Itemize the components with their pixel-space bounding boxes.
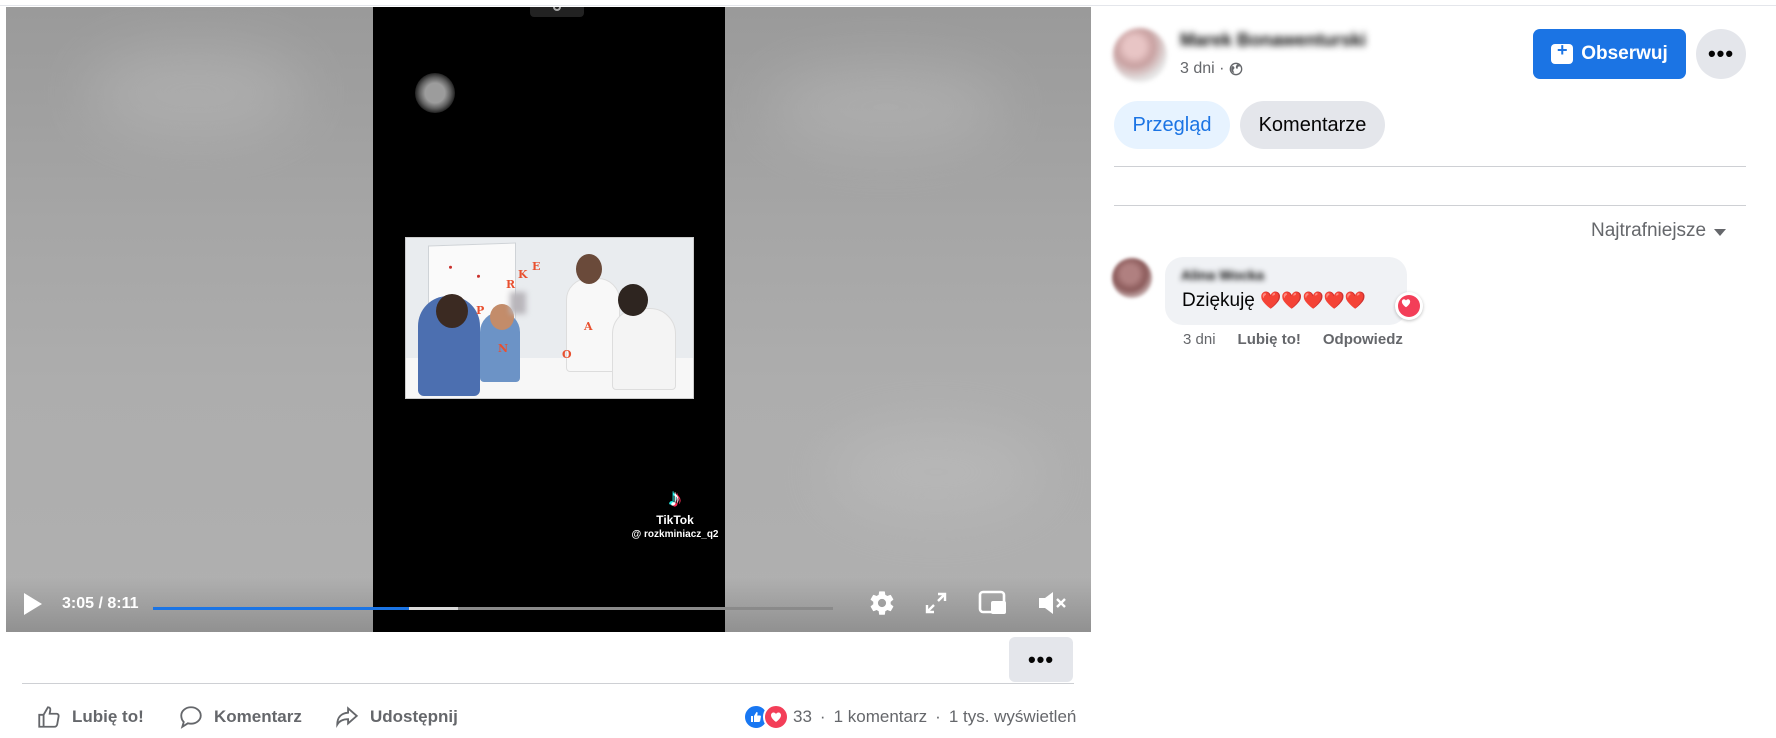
person-head <box>618 284 648 316</box>
share-label: Udostępnij <box>370 707 458 726</box>
blurred-face <box>510 292 526 314</box>
overlay-letter: R <box>506 278 516 291</box>
author-avatar[interactable] <box>1113 28 1167 82</box>
seek-progress <box>153 607 409 610</box>
comment-time[interactable]: 3 dni <box>1183 331 1216 348</box>
overlay-letter: E <box>532 260 541 273</box>
overlay-letter: P <box>476 304 485 317</box>
separator: · <box>819 707 826 726</box>
comment-text: Dziękuję ❤️❤️❤️❤️❤️ <box>1182 290 1366 312</box>
post-meta: 3 dni · <box>1180 60 1243 78</box>
tiktok-brand: TikTok <box>656 513 694 527</box>
tiktok-watermark: ♪ TikTok @ rozkminiacz_q2 <box>629 485 721 541</box>
tab-comments[interactable]: Komentarze <box>1240 101 1385 149</box>
view-count: 1 tys. wyświetleń <box>948 707 1077 726</box>
divider <box>22 683 1074 684</box>
like-button[interactable]: Lubię to! <box>36 700 144 734</box>
author-name[interactable]: Marek Bonawenturski <box>1180 30 1366 51</box>
tiktok-logo-icon: ♪ <box>669 485 681 512</box>
divider <box>1114 205 1746 206</box>
video-more-button[interactable]: ••• <box>1009 637 1073 682</box>
fullscreen-icon[interactable] <box>924 591 948 615</box>
add-follow-icon <box>1551 40 1574 64</box>
overlay-letter: A <box>584 320 593 333</box>
person-head <box>576 254 602 284</box>
pip-icon[interactable] <box>978 589 1008 617</box>
follow-button[interactable]: Obserwuj <box>1533 29 1686 79</box>
tiktok-handle: @ rozkminiacz_q2 <box>631 529 719 540</box>
comment-sort-dropdown[interactable]: Najtrafniejsze <box>1591 220 1727 242</box>
recording-dot <box>415 73 455 113</box>
video-controls: 3:05 / 8:11 <box>6 577 1091 632</box>
video-time: 3:05 / 8:11 <box>62 595 139 612</box>
video-frame: R K E P N A O ♪ TikTok @ rozkminiacz_q2 <box>373 7 725 632</box>
comment-icon <box>180 706 202 729</box>
share-button[interactable]: Udostępnij <box>334 700 458 734</box>
background-blur <box>766 67 1006 147</box>
commenter-name[interactable]: Alina Wocka <box>1181 267 1264 283</box>
post-stats: 33 · 1 komentarz · 1 tys. wyświetleń <box>743 704 1076 730</box>
play-icon[interactable] <box>24 593 42 615</box>
comment-count[interactable]: 1 komentarz <box>834 707 928 727</box>
follow-label: Obserwuj <box>1581 43 1668 64</box>
comment-love-reaction-icon[interactable] <box>1395 292 1423 320</box>
comment-bubble: Alina Wocka Dziękuję ❤️❤️❤️❤️❤️ <box>1165 257 1407 325</box>
settings-icon[interactable] <box>868 589 896 617</box>
overlay-letter: O <box>562 348 572 361</box>
caret-down-icon <box>1714 229 1727 236</box>
comment-reply-link[interactable]: Odpowiedz <box>1323 331 1403 348</box>
comment-label: Komentarz <box>214 707 302 726</box>
comment-actions: 3 dni Lubię to! Odpowiedz <box>1183 331 1403 348</box>
comment-button[interactable]: Komentarz <box>178 700 302 734</box>
like-label: Lubię to! <box>72 707 144 726</box>
share-icon <box>336 706 359 729</box>
comment-text-body: Dziękuję <box>1182 290 1255 311</box>
heart-emojis: ❤️❤️❤️❤️❤️ <box>1260 291 1366 310</box>
person <box>612 308 676 390</box>
reactions-summary[interactable] <box>743 704 789 730</box>
top-border <box>0 0 1776 6</box>
background-blur <box>86 47 306 137</box>
sort-label: Najtrafniejsze <box>1591 220 1707 241</box>
mute-icon[interactable] <box>1036 589 1068 617</box>
more-icon: ••• <box>1027 646 1055 672</box>
comment-like-link[interactable]: Lubię to! <box>1238 331 1301 348</box>
video-thumbnail-image: R K E P N A O <box>405 237 694 399</box>
seek-bar[interactable] <box>153 607 833 610</box>
globe-icon <box>1230 62 1243 76</box>
divider <box>1114 166 1746 167</box>
love-reaction-icon <box>763 704 789 730</box>
post-time[interactable]: 3 dni · <box>1180 60 1224 78</box>
video-player[interactable]: R K E P N A O ♪ TikTok @ rozkminiacz_q2 … <box>6 7 1091 632</box>
commenter-avatar[interactable] <box>1112 258 1152 298</box>
background-blur <box>826 427 1046 517</box>
separator: · <box>935 707 941 726</box>
tab-overview[interactable]: Przegląd <box>1114 101 1230 149</box>
reaction-count[interactable]: 33 <box>793 707 812 727</box>
thumbs-up-icon <box>38 706 60 728</box>
person-head <box>436 294 468 328</box>
drag-handle[interactable] <box>530 7 584 17</box>
overlay-letter: K <box>518 268 528 281</box>
post-more-button[interactable]: ••• <box>1696 29 1746 79</box>
more-icon: ••• <box>1707 41 1735 66</box>
overlay-letter: N <box>498 342 509 355</box>
